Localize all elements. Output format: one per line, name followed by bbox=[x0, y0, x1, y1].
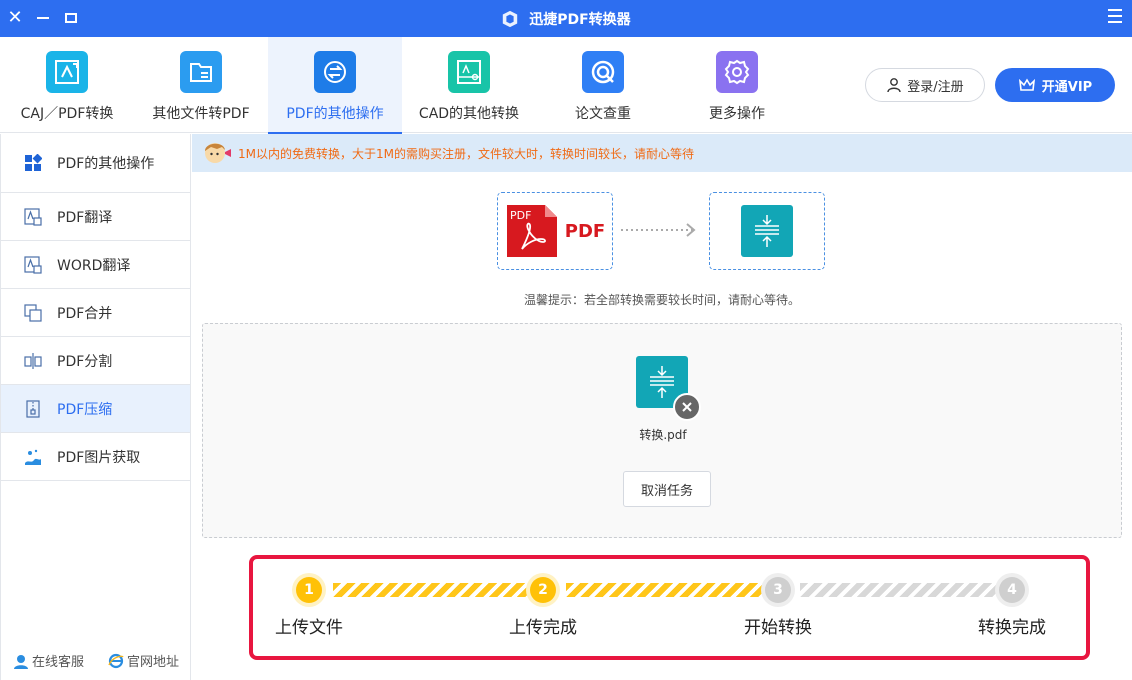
vip-button[interactable]: 开通VIP bbox=[995, 68, 1115, 102]
step-number: 4 bbox=[999, 577, 1025, 603]
official-website-link[interactable]: 官网地址 bbox=[108, 651, 179, 670]
sidebar-item-label: PDF图片获取 bbox=[57, 449, 141, 466]
sidebar-item-label: PDF分割 bbox=[57, 353, 113, 370]
ie-browser-icon bbox=[108, 653, 124, 668]
crown-icon bbox=[1018, 78, 1035, 91]
gear-icon bbox=[716, 51, 758, 93]
online-service-label: 在线客服 bbox=[31, 655, 84, 670]
image-extract-icon bbox=[23, 447, 43, 467]
step-number: 3 bbox=[765, 577, 791, 603]
step-2-dot: 2 bbox=[526, 573, 560, 607]
tip-text: 温馨提示：若全部转换需要较长时间，请耐心等待。 bbox=[523, 293, 800, 307]
sidebar: PDF的其他操作 PDF翻译 WORD翻译 PDF合并 PDF分割 PDF压缩 bbox=[0, 134, 191, 680]
tool-label: 论文查重 bbox=[575, 106, 631, 122]
tool-cad-convert[interactable]: CAD的其他转换 bbox=[402, 37, 536, 133]
vip-label: 开通VIP bbox=[1041, 79, 1093, 95]
app-title: 迅捷PDF转换器 bbox=[0, 9, 1132, 29]
tool-label: 更多操作 bbox=[709, 106, 765, 122]
tool-caj-pdf[interactable]: CAJ／PDF转换 bbox=[0, 37, 134, 133]
translate-icon bbox=[23, 255, 43, 275]
main-toolbar: CAJ／PDF转换 其他文件转PDF PDF的其他操作 CAD的其他转换 论文查… bbox=[0, 37, 1132, 134]
target-format-box bbox=[709, 192, 825, 270]
progress-track-done bbox=[333, 583, 530, 597]
tool-more-ops[interactable]: 更多操作 bbox=[670, 37, 804, 133]
conversion-flow: PDF PDF bbox=[497, 192, 827, 270]
sidebar-item-label: PDF合并 bbox=[57, 305, 113, 322]
compress-icon bbox=[23, 399, 43, 419]
sidebar-item-label: PDF压缩 bbox=[57, 401, 113, 418]
customer-service-icon bbox=[13, 654, 28, 669]
folder-icon bbox=[180, 51, 222, 93]
sidebar-item-pdf-split[interactable]: PDF分割 bbox=[1, 337, 190, 385]
step-4-dot: 4 bbox=[995, 573, 1029, 607]
flow-arrow-icon bbox=[621, 223, 696, 237]
app-title-text: 迅捷PDF转换器 bbox=[529, 12, 631, 28]
source-format-label: PDF bbox=[564, 220, 606, 242]
step-3-dot: 3 bbox=[761, 573, 795, 607]
step-2-label: 上传完成 bbox=[509, 618, 577, 638]
source-format-box: PDF PDF bbox=[497, 192, 613, 270]
step-4-label: 转换完成 bbox=[978, 618, 1046, 638]
swap-icon bbox=[314, 51, 356, 93]
tool-label: CAD的其他转换 bbox=[418, 106, 520, 122]
tool-other-to-pdf[interactable]: 其他文件转PDF bbox=[134, 37, 268, 133]
progress-steps: 1 2 3 4 上传文件 上传完成 开始转换 转换完成 bbox=[249, 555, 1090, 660]
pdf-badge-text: PDF bbox=[510, 209, 531, 222]
sidebar-header-label: PDF的其他操作 bbox=[57, 156, 155, 172]
sidebar-header[interactable]: PDF的其他操作 bbox=[1, 134, 190, 193]
search-check-icon bbox=[582, 51, 624, 93]
cancel-task-button[interactable]: 取消任务 bbox=[623, 471, 711, 507]
sidebar-item-label: WORD翻译 bbox=[57, 257, 131, 274]
tool-label: CAJ／PDF转换 bbox=[20, 106, 114, 122]
mascot-icon bbox=[205, 143, 231, 163]
tool-label: 其他文件转PDF bbox=[152, 106, 250, 122]
tool-pdf-other-ops[interactable]: PDF的其他操作 bbox=[268, 37, 402, 134]
step-number: 2 bbox=[530, 577, 556, 603]
notice-text: 1M以内的免费转换，大于1M的需购买注册，文件较大时，转换时间较长，请耐心等待 bbox=[238, 146, 694, 161]
tool-label: PDF的其他操作 bbox=[286, 106, 384, 122]
main-panel: 1M以内的免费转换，大于1M的需购买注册，文件较大时，转换时间较长，请耐心等待 … bbox=[192, 134, 1132, 680]
step-3-label: 开始转换 bbox=[744, 618, 812, 638]
sidebar-item-pdf-merge[interactable]: PDF合并 bbox=[1, 289, 190, 337]
sidebar-item-label: PDF翻译 bbox=[57, 209, 113, 226]
grid-icon bbox=[23, 153, 43, 173]
split-icon bbox=[23, 351, 43, 371]
sidebar-item-pdf-image-extract[interactable]: PDF图片获取 bbox=[1, 433, 190, 481]
progress-track-pending bbox=[800, 583, 999, 597]
step-1-dot: 1 bbox=[292, 573, 326, 607]
caj-pdf-icon bbox=[46, 51, 88, 93]
sidebar-item-word-translate[interactable]: WORD翻译 bbox=[1, 241, 190, 289]
app-logo-icon bbox=[503, 10, 518, 28]
official-website-label: 官网地址 bbox=[126, 655, 179, 670]
notice-banner: 1M以内的免费转换，大于1M的需购买注册，文件较大时，转换时间较长，请耐心等待 bbox=[192, 134, 1132, 172]
login-label: 登录/注册 bbox=[907, 79, 964, 95]
login-register-button[interactable]: 登录/注册 bbox=[865, 68, 985, 102]
sidebar-item-pdf-translate[interactable]: PDF翻译 bbox=[1, 193, 190, 241]
online-service-link[interactable]: 在线客服 bbox=[13, 651, 84, 670]
sidebar-item-pdf-compress[interactable]: PDF压缩 bbox=[1, 385, 190, 433]
file-name: 转换.pdf bbox=[639, 428, 687, 442]
step-1-label: 上传文件 bbox=[275, 618, 343, 638]
remove-file-icon[interactable] bbox=[673, 393, 701, 421]
file-drop-zone[interactable]: 转换.pdf 取消任务 bbox=[202, 323, 1122, 538]
progress-track-done bbox=[566, 583, 764, 597]
tool-plagiarism-check[interactable]: 论文查重 bbox=[536, 37, 670, 133]
step-number: 1 bbox=[296, 577, 322, 603]
menu-icon[interactable] bbox=[1108, 9, 1122, 23]
cad-icon bbox=[448, 51, 490, 93]
merge-icon bbox=[23, 303, 43, 323]
sidebar-footer: 在线客服 官网地址 bbox=[1, 651, 191, 670]
compress-target-icon bbox=[741, 205, 793, 257]
translate-icon bbox=[23, 207, 43, 227]
user-icon bbox=[887, 78, 901, 93]
pdf-file-icon: PDF bbox=[506, 205, 557, 257]
title-bar: ✕ 迅捷PDF转换器 bbox=[0, 0, 1132, 37]
